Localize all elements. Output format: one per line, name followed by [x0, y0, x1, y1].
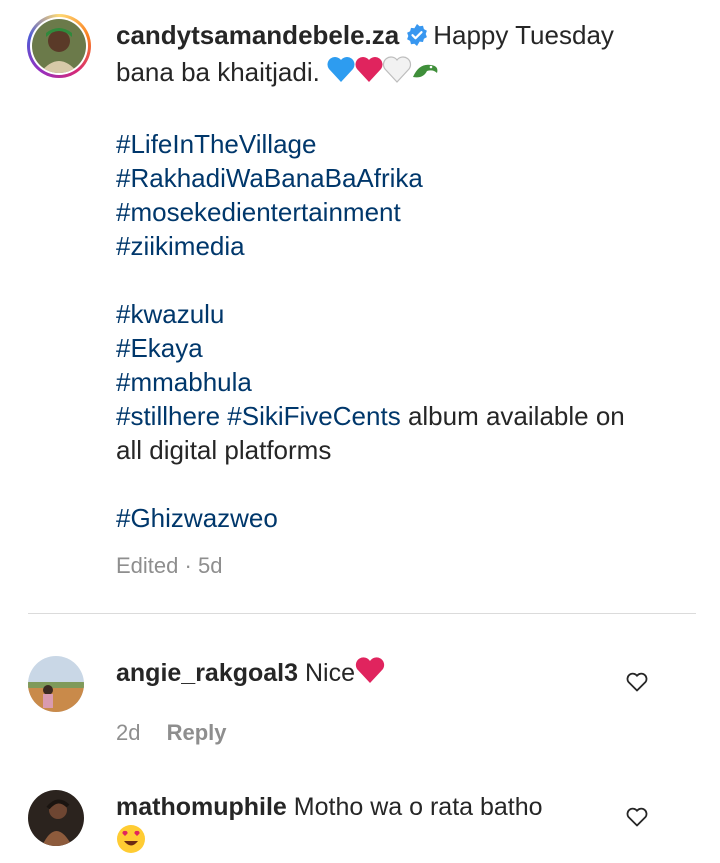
comment-text: Nice [304, 659, 355, 687]
like-comment-button[interactable] [625, 805, 649, 829]
comment-meta: 2d Reply [116, 720, 227, 746]
hashtag[interactable]: #SikiFiveCents [227, 401, 400, 431]
author-avatar[interactable] [27, 14, 91, 78]
heart-outline-icon [626, 672, 648, 692]
blue-heart-emoji [327, 57, 355, 82]
heart-eyes-emoji [116, 824, 616, 863]
hashtag[interactable]: #LifeInTheVillage [116, 127, 686, 161]
white-heart-emoji [382, 56, 412, 83]
verified-badge-icon [405, 21, 429, 55]
hashtag[interactable]: #mmabhula [116, 365, 686, 399]
caption-album-text-cont: all digital platforms [116, 435, 332, 465]
hashtag[interactable]: #mosekedientertainment [116, 195, 686, 229]
commenter-avatar[interactable] [28, 790, 84, 846]
comment-text: Motho wa o rata batho [293, 793, 543, 821]
meta-separator: · [184, 553, 192, 578]
caption-line-1: Happy Tuesday [433, 20, 614, 50]
comment-body: mathomuphile Motho wa o rata batho [116, 790, 616, 863]
caption-line-2: bana ba khaitjadi. [116, 57, 320, 87]
edited-label: Edited [116, 553, 179, 578]
caption-age: 5d [197, 553, 223, 578]
hashtag[interactable]: #Ghizwazweo [116, 501, 686, 535]
divider [28, 613, 696, 614]
hashtag[interactable]: #Ekaya [116, 331, 686, 365]
reply-button[interactable]: Reply [167, 720, 227, 745]
caption-text: candytsamandebele.za Happy Tuesday bana b… [116, 18, 686, 535]
crocodile-emoji [413, 64, 438, 78]
commenter-username[interactable]: mathomuphile [116, 793, 287, 821]
emoji-group [327, 55, 441, 93]
commenter-username[interactable]: angie_rakgoal3 [116, 659, 298, 687]
like-comment-button[interactable] [625, 670, 649, 694]
comment-body: angie_rakgoal3 Nice [116, 656, 616, 694]
author-username[interactable]: candytsamandebele.za [116, 20, 399, 50]
red-heart-emoji [355, 57, 383, 82]
heart-outline-icon [626, 807, 648, 827]
hashtag[interactable]: #kwazulu [116, 297, 686, 331]
caption-meta: Edited · 5d [116, 553, 222, 579]
red-heart-emoji [355, 657, 385, 694]
hashtag[interactable]: #RakhadiWaBanaBaAfrika [116, 161, 686, 195]
hashtag[interactable]: #ziikimedia [116, 229, 686, 263]
commenter-avatar[interactable] [28, 656, 84, 712]
caption-album-text: album available on [407, 401, 625, 431]
hashtag[interactable]: #stillhere [116, 401, 220, 431]
comment-age: 2d [116, 720, 141, 745]
